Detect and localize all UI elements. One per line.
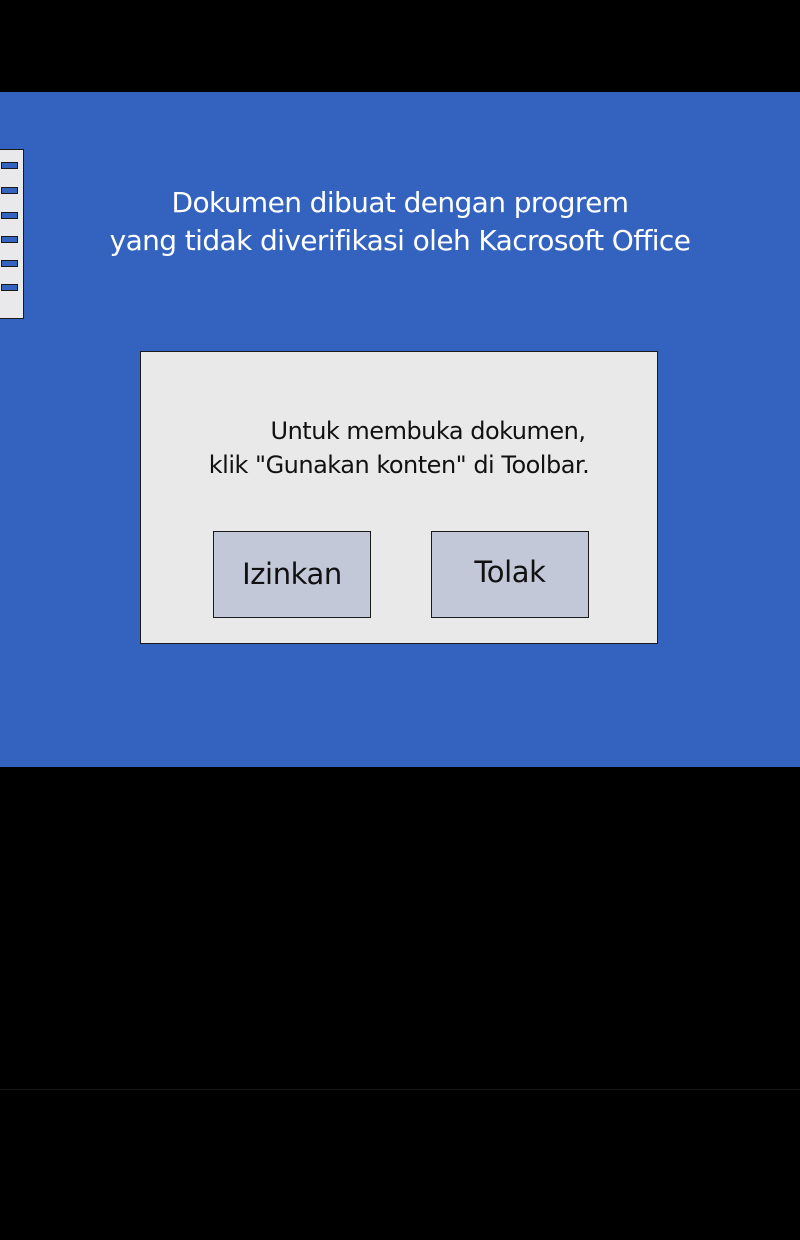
warning-panel: Dokumen dibuat dengan progrem yang tidak… [0,92,800,767]
document-line [1,162,18,169]
document-line [1,260,18,267]
deny-button[interactable]: Tolak [431,531,589,618]
bottom-black-area [0,767,800,1240]
bottom-divider [0,1089,800,1090]
allow-button[interactable]: Izinkan [213,531,371,618]
warning-headline: Dokumen dibuat dengan progrem yang tidak… [0,184,800,260]
dialog-message: Untuk membuka dokumen, klik "Gunakan kon… [141,414,657,482]
permission-dialog: Untuk membuka dokumen, klik "Gunakan kon… [140,351,658,644]
dialog-message-line2: klik "Gunakan konten" di Toolbar. [208,451,590,479]
warning-headline-line2: yang tidak diverifikasi oleh Kacrosoft O… [109,224,691,257]
warning-headline-line1: Dokumen dibuat dengan progrem [171,186,630,219]
dialog-message-line1: Untuk membuka dokumen, [270,417,586,445]
document-line [1,284,18,291]
top-black-bar [0,0,800,92]
